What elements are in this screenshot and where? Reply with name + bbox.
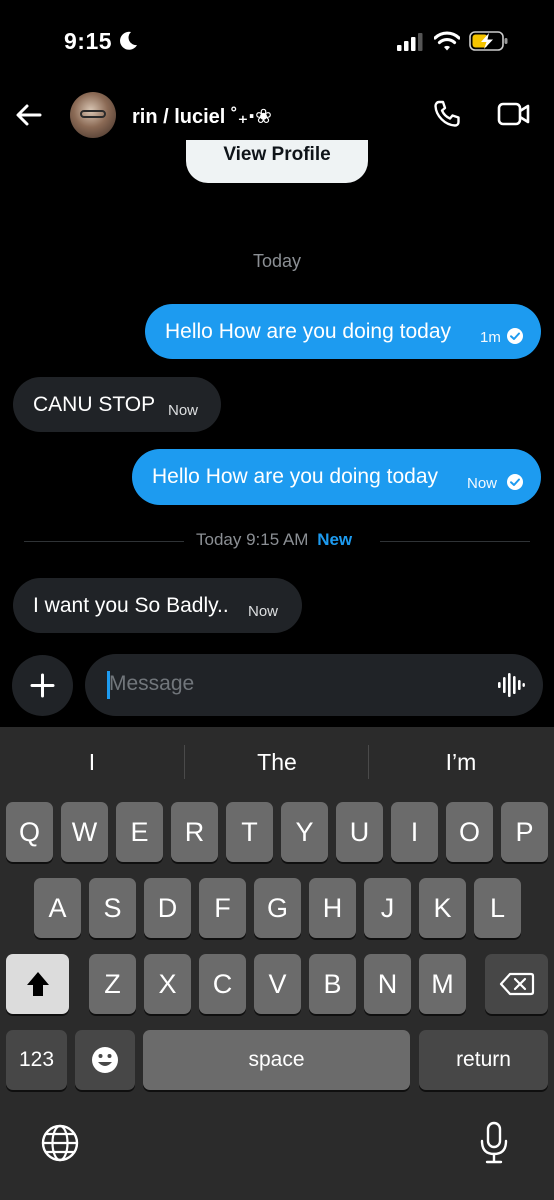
suggestion-separator — [368, 745, 369, 779]
avatar-glasses — [80, 110, 106, 118]
key-q[interactable]: Q — [6, 802, 53, 862]
plus-icon — [30, 673, 55, 698]
key-b[interactable]: B — [309, 954, 356, 1014]
key-r[interactable]: R — [171, 802, 218, 862]
emoji-icon — [92, 1047, 118, 1073]
read-check-icon — [507, 474, 523, 490]
new-badge: New — [317, 530, 353, 549]
key-c[interactable]: C — [199, 954, 246, 1014]
message-input[interactable]: Message — [85, 654, 543, 716]
space-key[interactable]: space — [143, 1030, 410, 1090]
day-label: Today — [252, 251, 302, 271]
key-a[interactable]: A — [34, 878, 81, 938]
key-g[interactable]: G — [254, 878, 301, 938]
numbers-key[interactable]: 123 — [6, 1030, 67, 1090]
key-m[interactable]: M — [419, 954, 466, 1014]
moon-icon — [120, 31, 137, 50]
return-key[interactable]: return — [419, 1030, 548, 1090]
key-y[interactable]: Y — [281, 802, 328, 862]
contact-avatar[interactable] — [70, 92, 116, 138]
backspace-icon — [499, 972, 534, 996]
key-p[interactable]: P — [501, 802, 548, 862]
message-placeholder: Message — [109, 672, 195, 695]
divider-line — [380, 541, 530, 542]
key-z[interactable]: Z — [89, 954, 136, 1014]
key-n[interactable]: N — [364, 954, 411, 1014]
message-text: Hello How are you doing today — [165, 320, 452, 343]
emoji-key[interactable] — [75, 1030, 135, 1090]
key-u[interactable]: U — [336, 802, 383, 862]
shift-arrow-icon — [26, 972, 49, 996]
video-call-icon[interactable] — [497, 101, 531, 127]
message-time: Now — [248, 603, 279, 620]
view-profile-button[interactable]: View Profile — [186, 140, 368, 183]
key-i[interactable]: I — [391, 802, 438, 862]
divider-label: Today 9:15 AM New — [196, 530, 352, 550]
message-bubble-incoming[interactable]: CANU STOP Now — [13, 377, 221, 432]
predictive-text-bar: I The I’m — [0, 745, 554, 781]
message-text: Hello How are you doing today — [152, 465, 439, 488]
status-time: 9:15 — [64, 28, 113, 54]
message-bubble-outgoing[interactable]: Hello How are you doing today 1m — [145, 304, 541, 359]
onscreen-keyboard: I The I’m Q W E R T Y U I O P A S D F G … — [0, 727, 554, 1200]
key-x[interactable]: X — [144, 954, 191, 1014]
key-v[interactable]: V — [254, 954, 301, 1014]
divider-timestamp: Today 9:15 AM — [196, 530, 309, 549]
wifi-icon — [434, 31, 460, 51]
suggestion-separator — [184, 745, 185, 779]
key-j[interactable]: J — [364, 878, 411, 938]
key-o[interactable]: O — [446, 802, 493, 862]
key-e[interactable]: E — [116, 802, 163, 862]
message-time: 1m — [480, 329, 501, 346]
back-arrow-icon[interactable] — [14, 100, 44, 130]
key-k[interactable]: K — [419, 878, 466, 938]
message-bubble-incoming[interactable]: I want you So Badly.. Now — [13, 578, 302, 633]
key-t[interactable]: T — [226, 802, 273, 862]
key-w[interactable]: W — [61, 802, 108, 862]
message-time: Now — [168, 402, 199, 419]
microphone-icon[interactable] — [478, 1121, 510, 1165]
shift-key[interactable] — [6, 954, 69, 1014]
delete-key[interactable] — [485, 954, 548, 1014]
key-s[interactable]: S — [89, 878, 136, 938]
message-text: CANU STOP — [33, 393, 156, 416]
globe-icon[interactable] — [40, 1123, 80, 1163]
new-messages-divider: Today 9:15 AM New — [24, 530, 530, 552]
suggestion-item[interactable]: I — [2, 749, 182, 776]
status-bar: 9:15 — [0, 0, 554, 80]
voice-message-icon[interactable] — [497, 672, 525, 698]
message-time: Now — [467, 475, 498, 492]
phone-call-icon[interactable] — [432, 99, 462, 129]
suggestion-item[interactable]: I’m — [371, 749, 551, 776]
suggestion-item[interactable]: The — [187, 749, 367, 776]
battery-charging-icon — [469, 31, 508, 51]
message-bubble-outgoing[interactable]: Hello How are you doing today Now — [132, 449, 541, 505]
key-d[interactable]: D — [144, 878, 191, 938]
read-check-icon — [507, 328, 523, 344]
cellular-signal-icon — [397, 33, 423, 51]
contact-name[interactable]: rin / luciel ˚₊‧❀ — [132, 104, 272, 129]
message-text: I want you So Badly.. — [33, 594, 229, 617]
add-attachment-button[interactable] — [12, 655, 73, 716]
key-h[interactable]: H — [309, 878, 356, 938]
divider-line — [24, 541, 184, 542]
key-f[interactable]: F — [199, 878, 246, 938]
key-l[interactable]: L — [474, 878, 521, 938]
